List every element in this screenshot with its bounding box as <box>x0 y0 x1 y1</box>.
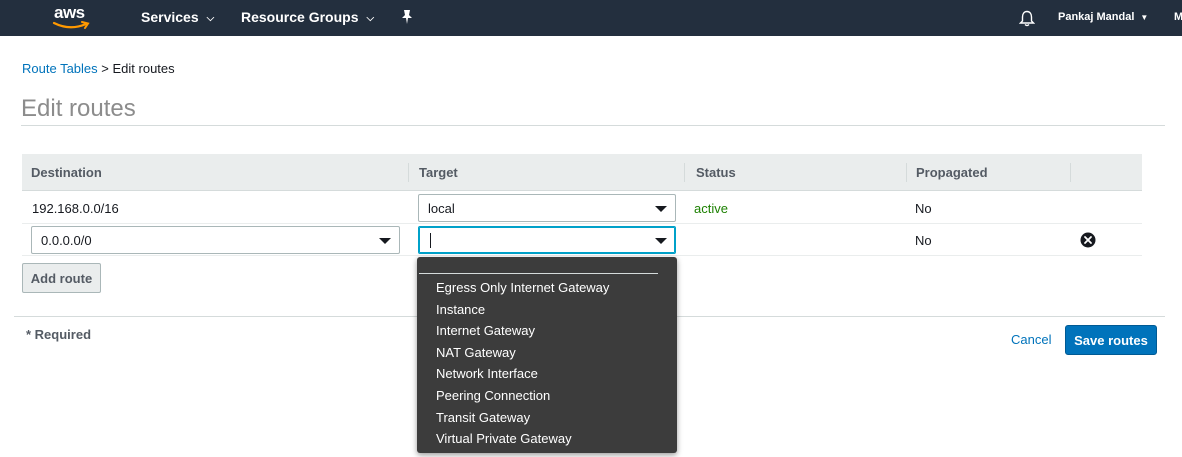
pin-icon[interactable] <box>400 9 414 25</box>
chevron-down-icon: ⌵ <box>206 13 215 24</box>
services-label: Services <box>141 9 199 25</box>
dropdown-option[interactable]: NAT Gateway <box>436 342 609 364</box>
target-select[interactable]: local <box>418 194 676 222</box>
destination-value: 192.168.0.0/16 <box>32 201 119 216</box>
header-status: Status <box>696 165 736 180</box>
title-divider <box>21 125 1165 126</box>
bell-icon[interactable] <box>1019 10 1035 27</box>
target-select-input[interactable] <box>418 226 676 254</box>
breadcrumb-separator: > <box>101 61 109 76</box>
breadcrumb-route-tables-link[interactable]: Route Tables <box>22 61 98 76</box>
dropdown-divider <box>419 273 658 274</box>
account-menu[interactable]: Pankaj Mandal ▼ <box>1058 11 1148 23</box>
services-menu[interactable]: Services ⌵ <box>141 9 214 25</box>
column-divider <box>906 163 907 182</box>
dropdown-option[interactable]: Peering Connection <box>436 385 609 407</box>
page-title: Edit routes <box>21 95 136 122</box>
header-propagated: Propagated <box>916 165 988 180</box>
add-route-button[interactable]: Add route <box>22 263 101 293</box>
propagated-value: No <box>915 233 932 248</box>
dropdown-option[interactable]: Transit Gateway <box>436 407 609 429</box>
dropdown-option[interactable]: Egress Only Internet Gateway <box>436 277 609 299</box>
table-row: 192.168.0.0/16 local active No <box>22 192 1142 224</box>
cancel-link[interactable]: Cancel <box>1011 332 1051 347</box>
resource-groups-label: Resource Groups <box>241 9 359 25</box>
column-divider <box>684 163 685 182</box>
header-target: Target <box>419 165 458 180</box>
column-divider <box>408 163 409 182</box>
dropdown-arrow-icon <box>655 238 667 244</box>
target-dropdown-menu: Egress Only Internet Gateway Instance In… <box>417 257 677 453</box>
user-name: Pankaj Mandal <box>1058 11 1135 23</box>
caret-down-icon: ▼ <box>1140 13 1149 22</box>
dropdown-option[interactable]: Instance <box>436 299 609 321</box>
header-destination: Destination <box>31 165 102 180</box>
dropdown-option[interactable]: Network Interface <box>436 363 609 385</box>
breadcrumb-current: Edit routes <box>112 61 175 76</box>
save-routes-button[interactable]: Save routes <box>1065 325 1157 355</box>
column-divider <box>1070 163 1071 182</box>
table-row: 0.0.0.0/0 No <box>22 224 1142 256</box>
destination-select-value: 0.0.0.0/0 <box>41 233 92 248</box>
top-nav: aws Services ⌵ Resource Groups ⌵ Pankaj Ma… <box>0 0 1182 36</box>
resource-groups-menu[interactable]: Resource Groups ⌵ <box>241 9 374 25</box>
aws-smile-icon <box>52 21 90 29</box>
remove-route-icon[interactable] <box>1080 232 1096 248</box>
status-value: active <box>694 201 728 216</box>
required-note: * Required <box>26 327 92 342</box>
dropdown-arrow-icon <box>379 238 391 244</box>
dropdown-option[interactable]: Virtual Private Gateway <box>436 428 609 450</box>
dropdown-arrow-icon <box>655 206 667 212</box>
breadcrumb: Route Tables > Edit routes <box>22 61 175 76</box>
aws-logo-text: aws <box>54 3 85 22</box>
destination-select[interactable]: 0.0.0.0/0 <box>31 226 400 254</box>
aws-logo[interactable]: aws <box>52 3 92 33</box>
region-menu[interactable]: M <box>1174 11 1182 23</box>
propagated-value: No <box>915 201 932 216</box>
target-select-value: local <box>428 201 455 216</box>
text-cursor <box>430 233 431 248</box>
dropdown-option[interactable]: Internet Gateway <box>436 320 609 342</box>
chevron-down-icon: ⌵ <box>366 13 375 24</box>
target-options-list: Egress Only Internet Gateway Instance In… <box>436 277 609 450</box>
table-header: Destination Target Status Propagated <box>22 154 1142 191</box>
